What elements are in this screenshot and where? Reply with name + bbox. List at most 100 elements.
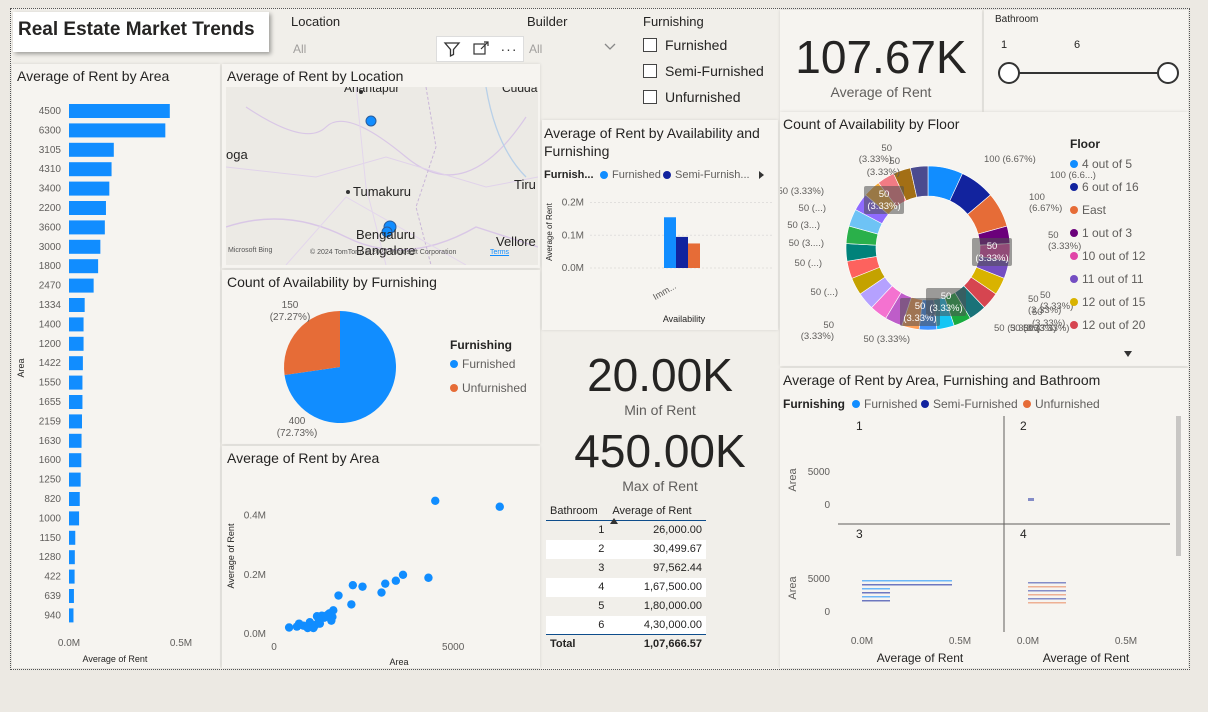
bar[interactable]	[69, 123, 166, 138]
furnished-checkbox[interactable]: Furnished	[643, 37, 727, 53]
scatter-point[interactable]	[323, 610, 332, 619]
checkbox-icon[interactable]	[643, 38, 657, 52]
scatter-point[interactable]	[309, 623, 318, 633]
builder-slicer-value[interactable]: All	[529, 42, 542, 56]
bar[interactable]	[69, 589, 74, 603]
unfurnished-checkbox[interactable]: Unfurnished	[643, 89, 741, 105]
slider-max-handle[interactable]	[1157, 62, 1179, 84]
table-row[interactable]: 1 26,000.00	[546, 521, 706, 540]
bar[interactable]	[69, 453, 82, 468]
bar[interactable]	[69, 239, 101, 254]
slider-min-handle[interactable]	[998, 62, 1020, 84]
map-terms-link[interactable]: Terms	[490, 249, 509, 256]
scatter-point[interactable]	[348, 580, 358, 590]
location-slicer-value[interactable]: All	[293, 42, 306, 56]
bar[interactable]	[69, 472, 81, 487]
bar[interactable]	[69, 356, 83, 371]
bar[interactable]	[69, 278, 94, 293]
floor-legend-item[interactable]: 1 out of 3	[1070, 226, 1132, 240]
table-row[interactable]: 4 1,67,500.00	[546, 577, 706, 597]
availability-bar-chart[interactable]: 0.0M0.1M0.2MImm...AvailabilityAverage of…	[542, 120, 778, 330]
scatter-point[interactable]	[424, 573, 433, 582]
bar[interactable]	[69, 104, 170, 118]
bar[interactable]	[1028, 598, 1066, 600]
checkbox-icon[interactable]	[643, 90, 657, 104]
bar[interactable]	[862, 588, 890, 590]
semi-furnished-checkbox[interactable]: Semi-Furnished	[643, 63, 764, 79]
bar[interactable]	[862, 584, 952, 586]
donut-highlight-label: 50	[879, 189, 890, 200]
bar[interactable]	[1028, 586, 1066, 588]
bar[interactable]	[1028, 582, 1066, 584]
scatter-point[interactable]	[431, 496, 440, 505]
small-multiples-chart[interactable]: 1 23 4AreaArea00500050000.0M 0.5M 0.0M 0.5MAv…	[780, 368, 1188, 668]
chevron-down-icon[interactable]	[603, 42, 617, 52]
bar[interactable]	[862, 580, 952, 582]
scatter-point[interactable]	[398, 570, 408, 579]
bar[interactable]	[69, 414, 82, 429]
bar[interactable]	[676, 236, 688, 268]
bar[interactable]	[1028, 590, 1066, 592]
table-header-avg-rent[interactable]: Average of Rent	[608, 502, 706, 524]
bar[interactable]	[1028, 594, 1066, 596]
area-bar-chart[interactable]: 4500 6300 3105 4310 3400 2200 3600 3000 1800 2470…	[12, 88, 220, 668]
bar[interactable]	[69, 259, 99, 274]
pie-legend-unfurnished[interactable]: Unfurnished	[450, 381, 527, 395]
floor-legend-item[interactable]: 11 out of 11	[1070, 272, 1144, 286]
table-row[interactable]: 3 97,562.44	[546, 559, 706, 578]
bar[interactable]	[69, 142, 114, 157]
focus-mode-icon[interactable]	[472, 40, 490, 58]
scatter-point[interactable]	[377, 588, 386, 597]
scrollbar[interactable]	[1176, 416, 1181, 556]
bar[interactable]	[1028, 498, 1034, 501]
bar[interactable]	[862, 596, 890, 598]
more-options-icon[interactable]: ···	[501, 41, 518, 57]
bar[interactable]	[69, 336, 84, 351]
floor-legend-item[interactable]: East	[1070, 203, 1106, 217]
scatter-point[interactable]	[347, 600, 356, 609]
bar[interactable]	[69, 530, 76, 545]
table-row[interactable]: 5 1,80,000.00	[546, 597, 706, 616]
scatter-point[interactable]	[294, 619, 304, 628]
floor-legend-item[interactable]: 12 out of 15	[1070, 295, 1145, 309]
scatter-point[interactable]	[334, 591, 343, 600]
bar[interactable]	[688, 243, 700, 268]
bar[interactable]	[69, 492, 80, 506]
bar[interactable]	[69, 201, 106, 215]
bar[interactable]	[69, 162, 112, 177]
floor-legend-item[interactable]: 10 out of 12	[1070, 249, 1145, 263]
bar[interactable]	[69, 608, 74, 623]
pie-legend-furnished[interactable]: Furnished	[450, 357, 515, 371]
bar[interactable]	[664, 217, 676, 268]
bar[interactable]	[69, 395, 83, 409]
bar[interactable]	[69, 550, 75, 565]
filter-icon[interactable]	[443, 40, 461, 58]
bar[interactable]	[69, 433, 82, 448]
bar[interactable]	[69, 511, 80, 526]
scatter-point[interactable]	[495, 502, 504, 511]
floor-legend-item[interactable]: 6 out of 16	[1070, 180, 1139, 194]
bar[interactable]	[69, 317, 84, 332]
bar[interactable]	[69, 220, 105, 235]
area-scatter-chart[interactable]: 0.0M 0.2M 0.4M 0 5000 Area Average of Rent	[222, 446, 540, 668]
legend-scroll-down-icon[interactable]	[1123, 350, 1133, 358]
bar[interactable]	[862, 592, 890, 594]
table-row[interactable]: 2 30,499.67	[546, 539, 706, 559]
bar[interactable]	[69, 569, 75, 584]
bar[interactable]	[69, 375, 83, 390]
floor-legend-item[interactable]: 4 out of 5	[1070, 157, 1132, 171]
scatter-point[interactable]	[284, 623, 294, 632]
scatter-point[interactable]	[358, 582, 367, 591]
slider-track[interactable]	[1010, 72, 1168, 74]
floor-legend-item[interactable]: 12 out of 20	[1070, 318, 1145, 332]
checkbox-icon[interactable]	[643, 64, 657, 78]
bar[interactable]	[1028, 602, 1066, 604]
table-header-bathroom[interactable]: Bathroom	[546, 502, 609, 521]
scatter-point[interactable]	[381, 579, 390, 588]
bar[interactable]	[862, 600, 890, 602]
location-map[interactable]: Anantapur Cudda oga Tumakuru Tiru Bengal…	[226, 87, 538, 265]
bar[interactable]	[69, 298, 85, 312]
table-row[interactable]: 6 4,30,000.00	[546, 615, 706, 635]
scatter-point[interactable]	[391, 576, 401, 585]
bar[interactable]	[69, 181, 110, 196]
